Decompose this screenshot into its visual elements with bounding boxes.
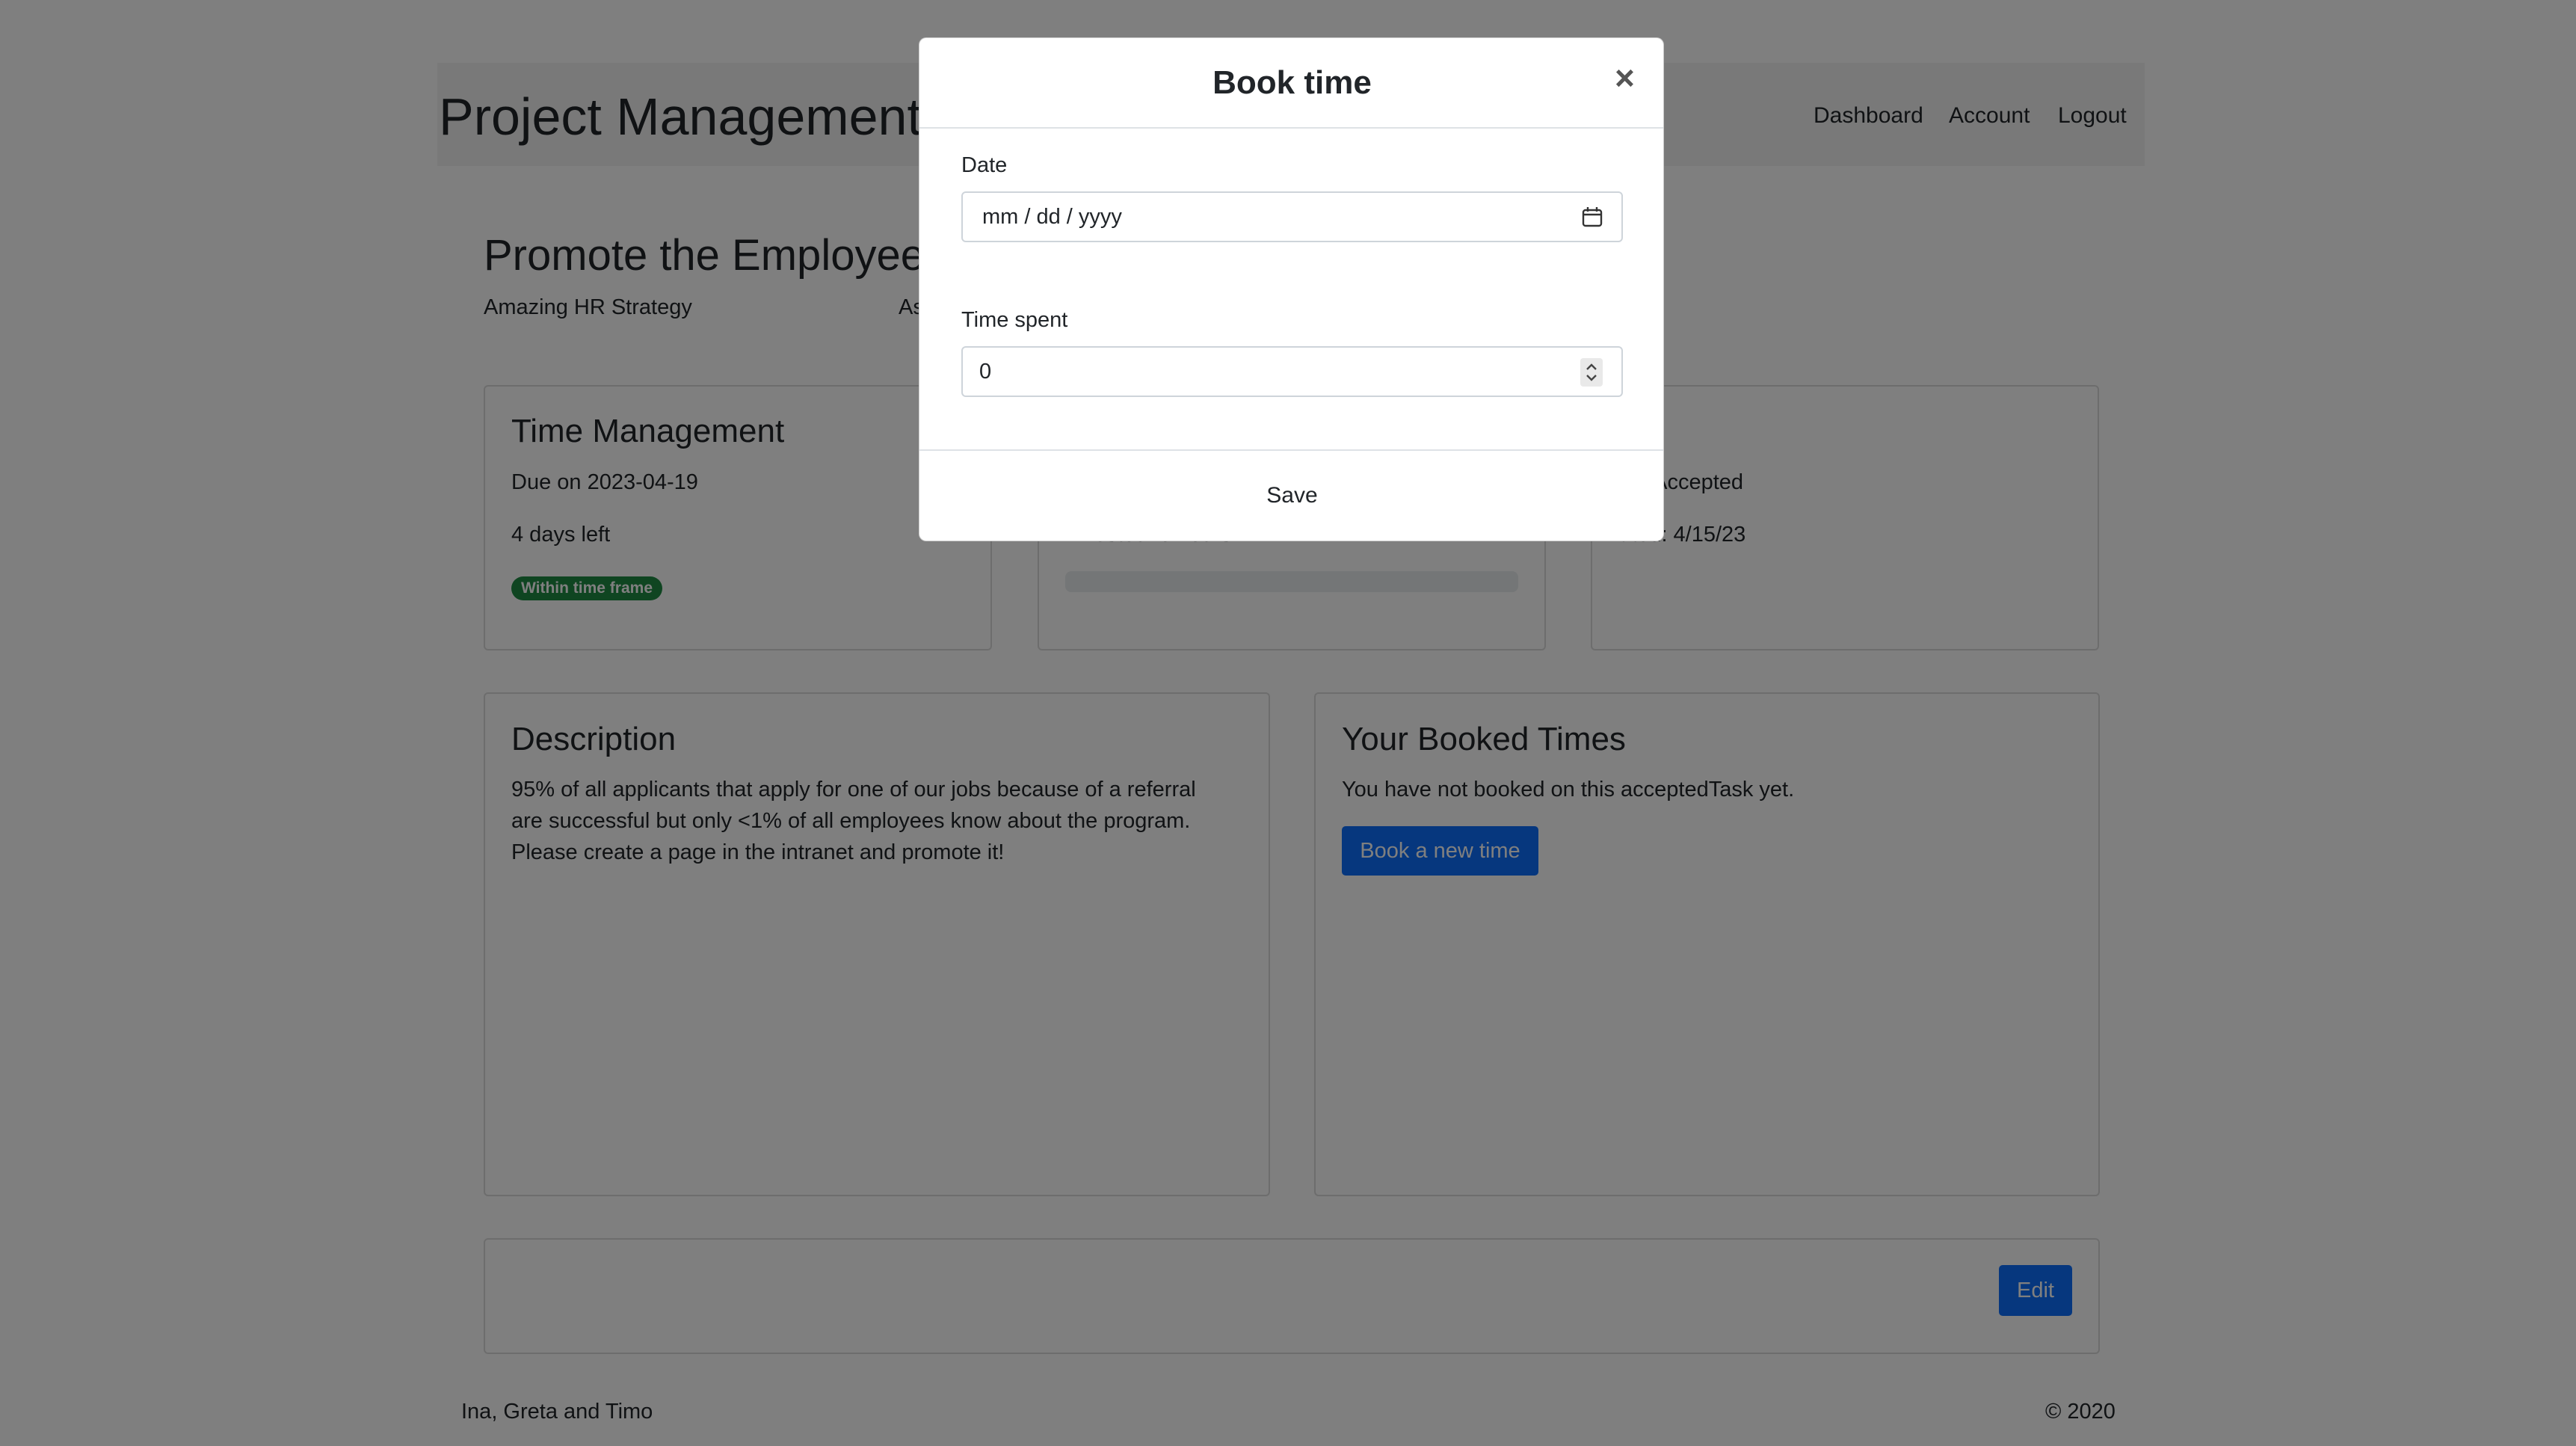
modal-title: Book time — [1212, 64, 1372, 101]
date-placeholder: mm / dd / yyyy — [982, 205, 1122, 229]
save-button[interactable]: Save — [919, 481, 1665, 511]
close-icon[interactable]: × — [1615, 59, 1635, 96]
time-spent-input[interactable]: 0 — [961, 346, 1623, 397]
time-spent-label: Time spent — [961, 308, 1068, 332]
book-time-modal: Book time × Date mm / dd / yyyy Time spe… — [919, 37, 1664, 541]
calendar-icon[interactable] — [1580, 205, 1604, 235]
modal-header-divider — [919, 127, 1663, 129]
date-label: Date — [961, 153, 1008, 177]
date-input[interactable]: mm / dd / yyyy — [961, 191, 1623, 242]
time-spent-value: 0 — [979, 360, 992, 384]
modal-footer-divider — [919, 449, 1663, 451]
stepper-icon[interactable] — [1580, 358, 1603, 393]
